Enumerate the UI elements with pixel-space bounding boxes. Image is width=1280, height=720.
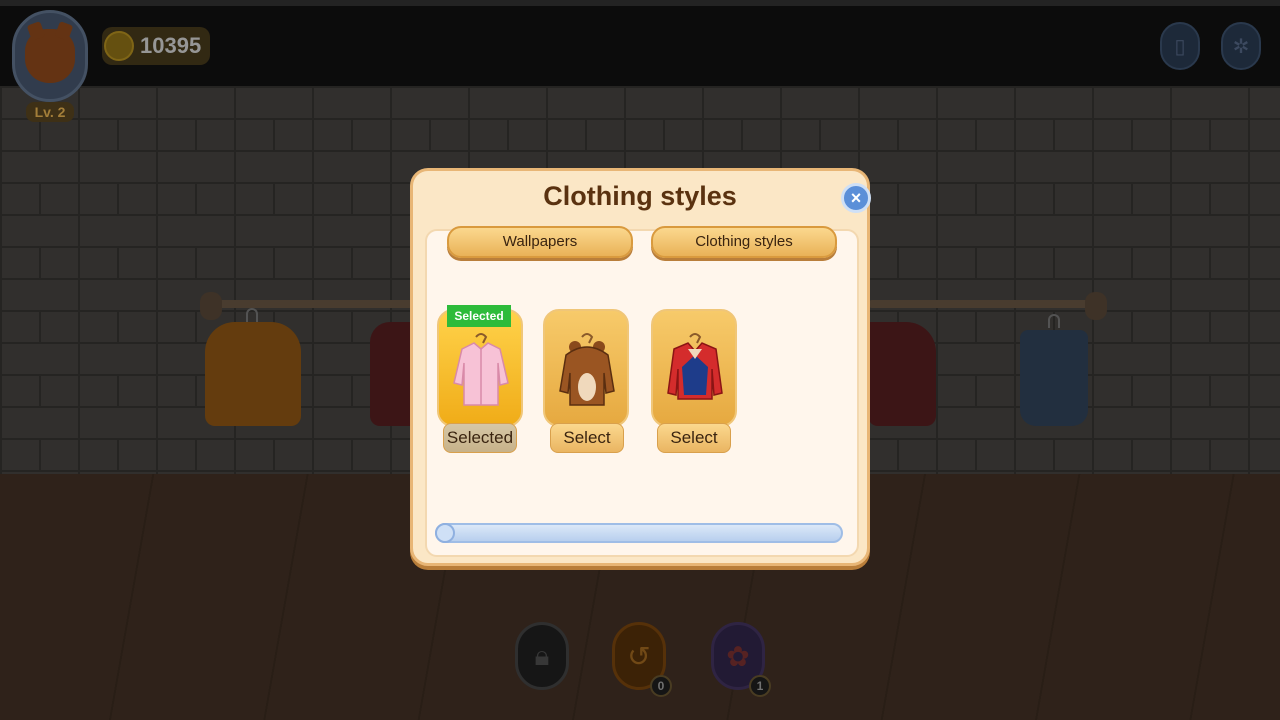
item-button-select[interactable]: Select xyxy=(550,423,624,453)
item-card-red-blue-jacket[interactable] xyxy=(651,309,737,427)
scroll-handle[interactable] xyxy=(435,523,455,543)
pink-shirt-icon xyxy=(453,333,509,406)
item-button-selected[interactable]: Selected xyxy=(443,423,517,453)
selected-badge: Selected xyxy=(447,305,511,327)
red-blue-jacket-icon xyxy=(667,333,723,400)
tab-clothing-styles[interactable]: Clothing styles xyxy=(651,226,837,258)
item-button-select[interactable]: Select xyxy=(657,423,731,453)
close-button[interactable]: × xyxy=(841,183,871,213)
dialog-title: Clothing styles xyxy=(543,181,737,211)
tab-wallpapers[interactable]: Wallpapers xyxy=(447,226,633,258)
item-card-bear-hoodie[interactable] xyxy=(543,309,629,427)
bear-hoodie-icon xyxy=(559,333,615,406)
close-icon: × xyxy=(850,188,862,208)
clothing-styles-dialog: Clothing styles × Wallpapers Clothing st… xyxy=(410,168,871,566)
horizontal-scrollbar[interactable] xyxy=(435,523,843,543)
